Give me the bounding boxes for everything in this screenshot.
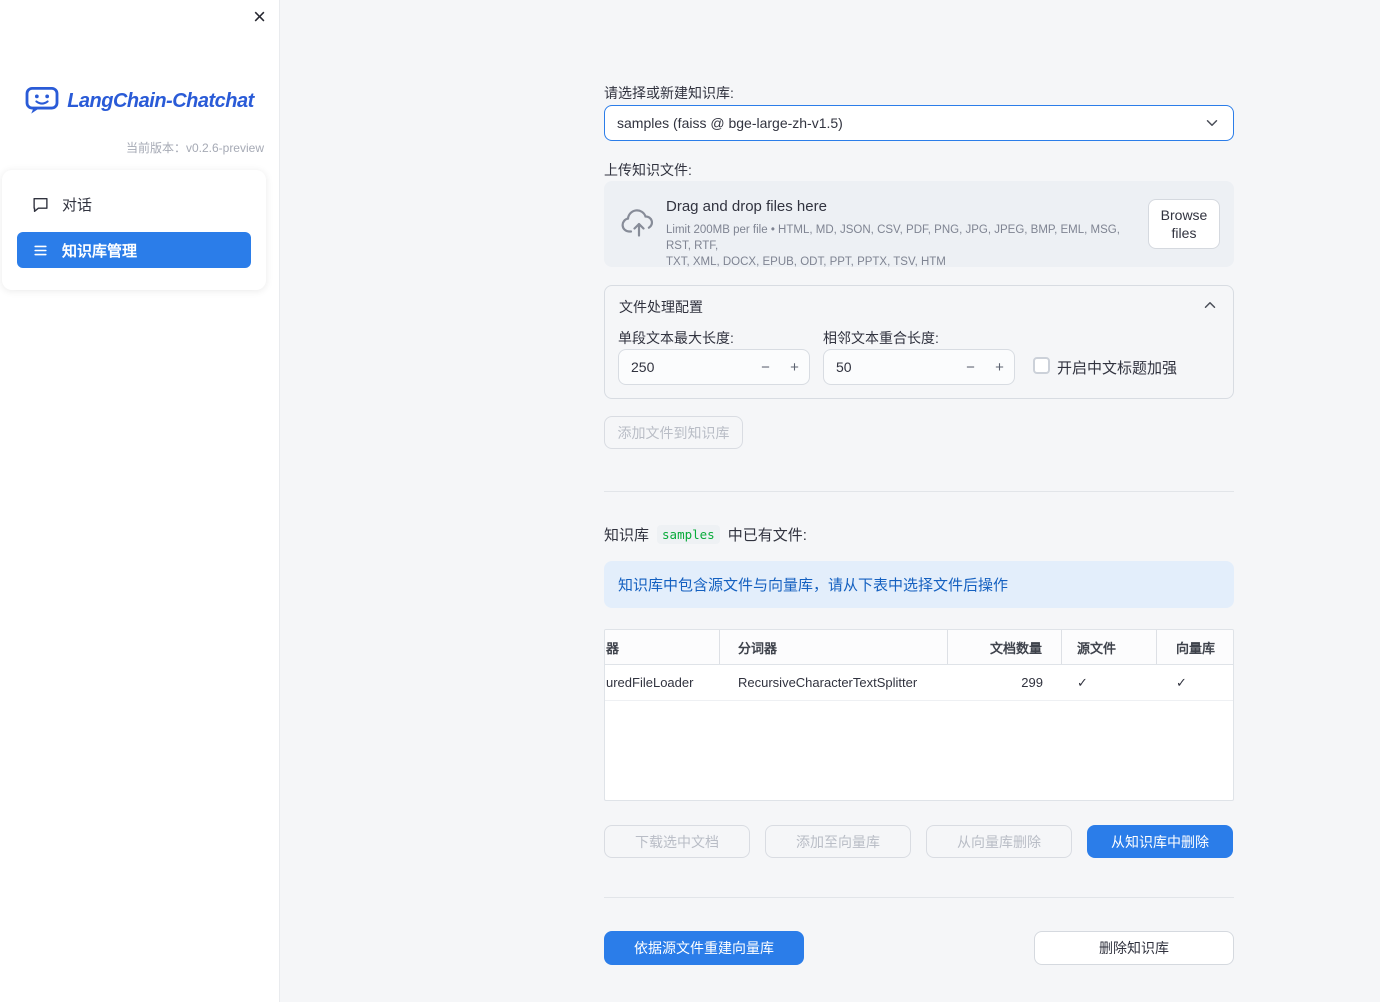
add-to-vector-button[interactable]: 添加至向量库: [765, 825, 911, 858]
chevron-down-icon: [1203, 114, 1221, 132]
cell-loader: uredFileLoader: [606, 675, 694, 690]
cell-doc-count: 299: [1021, 675, 1043, 690]
minus-button[interactable]: −: [956, 350, 985, 384]
files-table[interactable]: 器 分词器 文档数量 源文件 向量库 uredFileLoader Recurs…: [604, 629, 1234, 801]
logo-chat-icon: [25, 86, 59, 116]
column-header-splitter[interactable]: 分词器: [720, 630, 948, 664]
chunk-overlap-input[interactable]: 50 − +: [823, 349, 1015, 385]
existing-files-prefix: 知识库: [604, 527, 650, 544]
download-selected-button[interactable]: 下载选中文档: [604, 825, 750, 858]
info-banner-text: 知识库中包含源文件与向量库，请从下表中选择文件后操作: [618, 577, 1009, 594]
zh-title-enhance-checkbox[interactable]: [1033, 357, 1050, 374]
cell-splitter: RecursiveCharacterTextSplitter: [738, 675, 918, 690]
kb-select-label: 请选择或新建知识库:: [604, 85, 734, 101]
divider: [604, 897, 1234, 898]
info-banner: 知识库中包含源文件与向量库，请从下表中选择文件后操作: [604, 561, 1234, 608]
sidebar-menu: 对话 知识库管理: [2, 170, 266, 290]
plus-button[interactable]: +: [780, 350, 809, 384]
delete-from-kb-button[interactable]: 从知识库中删除: [1087, 825, 1233, 858]
cell-source-check: ✓: [1077, 674, 1088, 690]
list-icon: [32, 242, 49, 259]
rebuild-vector-store-button[interactable]: 依据源文件重建向量库: [604, 931, 804, 965]
chevron-up-icon[interactable]: [1201, 296, 1219, 314]
chunk-size-label: 单段文本最大长度:: [618, 330, 734, 346]
add-files-button[interactable]: 添加文件到知识库: [604, 416, 743, 449]
kb-name-code: samples: [657, 525, 720, 544]
menu-item-label: 对话: [62, 196, 93, 214]
upload-label: 上传知识文件:: [604, 162, 692, 178]
sidebar-close-icon[interactable]: ×: [253, 4, 266, 30]
column-header-vector[interactable]: 向量库: [1157, 630, 1233, 664]
main-content: 请选择或新建知识库: samples (faiss @ bge-large-zh…: [604, 0, 1234, 1002]
menu-item-dialogue[interactable]: 对话: [17, 186, 251, 222]
expander-title[interactable]: 文件处理配置: [619, 297, 703, 317]
chat-bubble-icon: [32, 196, 49, 213]
browse-files-button[interactable]: Browse files: [1148, 199, 1220, 249]
delete-from-vector-button[interactable]: 从向量库删除: [926, 825, 1072, 858]
chunk-overlap-value: 50: [836, 359, 852, 375]
files-table-header: 器 分词器 文档数量 源文件 向量库: [605, 630, 1233, 665]
app-logo: LangChain-Chatchat: [0, 86, 279, 116]
chunk-size-value: 250: [631, 359, 655, 375]
kb-select-value: samples (faiss @ bge-large-zh-v1.5): [617, 115, 843, 131]
table-row[interactable]: uredFileLoader RecursiveCharacterTextSpl…: [605, 665, 1233, 701]
chunk-overlap-label: 相邻文本重合长度:: [823, 330, 939, 346]
file-uploader-dropzone[interactable]: Drag and drop files here Limit 200MB per…: [604, 181, 1234, 268]
chunk-size-input[interactable]: 250 − +: [618, 349, 810, 385]
column-header-loader[interactable]: 器: [605, 630, 720, 664]
delete-kb-button[interactable]: 删除知识库: [1034, 931, 1234, 965]
menu-item-knowledge-base[interactable]: 知识库管理: [17, 232, 251, 268]
plus-button[interactable]: +: [985, 350, 1014, 384]
logo-text: LangChain-Chatchat: [67, 89, 254, 112]
minus-button[interactable]: −: [751, 350, 780, 384]
menu-item-label: 知识库管理: [62, 242, 138, 260]
cloud-upload-icon: [621, 209, 657, 242]
dropzone-limit-text: Limit 200MB per file • HTML, MD, JSON, C…: [666, 224, 1120, 268]
dropzone-title: Drag and drop files here: [666, 198, 827, 215]
column-header-doc-count[interactable]: 文档数量: [948, 630, 1062, 664]
existing-files-suffix: 中已有文件:: [727, 527, 807, 544]
cell-vector-check: ✓: [1176, 674, 1187, 690]
column-header-source[interactable]: 源文件: [1062, 630, 1157, 664]
file-config-expander: 文件处理配置 单段文本最大长度: 相邻文本重合长度: 250 − + 50 − …: [604, 285, 1234, 399]
version-label: 当前版本：v0.2.6-preview: [125, 141, 264, 155]
divider: [604, 491, 1234, 492]
sidebar: × LangChain-Chatchat 当前版本：v0.2.6-preview…: [0, 0, 280, 1002]
kb-select[interactable]: samples (faiss @ bge-large-zh-v1.5): [604, 105, 1234, 141]
zh-title-enhance-label: 开启中文标题加强: [1057, 360, 1178, 377]
existing-files-heading: 知识库 samples 中已有文件:: [604, 524, 807, 545]
